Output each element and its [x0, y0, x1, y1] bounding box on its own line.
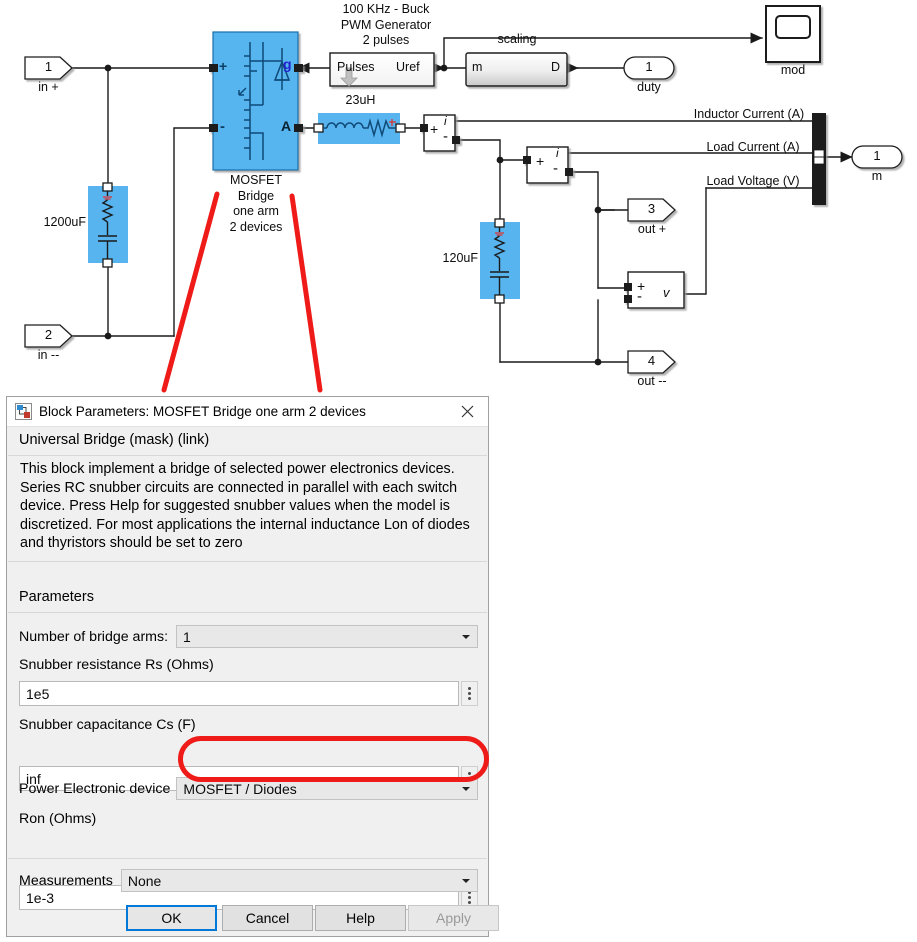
inport-in-plus-label: in +	[38, 80, 59, 94]
bridge-port-plus-label: +	[219, 58, 228, 74]
mosfet-bridge-block	[209, 31, 303, 171]
field-snubber-resistance-row: 1e5	[19, 681, 478, 706]
chevron-down-icon	[462, 635, 470, 639]
bridge-arms-select[interactable]: 1	[176, 625, 478, 648]
pwm-port-pulses-label: Pulses	[337, 60, 375, 74]
dialog-titlebar[interactable]: Block Parameters: MOSFET Bridge one arm …	[7, 397, 488, 427]
series-rl-23uh	[313, 113, 406, 144]
outport-out-plus-number: 3	[647, 201, 656, 216]
simulink-diagram-canvas: 1 in + 2 in -- 1200uF + - g A MOSFET Bri…	[0, 0, 917, 400]
current-sensor-2-plus-label: +	[536, 153, 545, 169]
inport-in-plus-number: 1	[44, 59, 53, 74]
screenshot-root: 1 in + 2 in -- 1200uF + - g A MOSFET Bri…	[0, 0, 917, 942]
mask-description-box: This block implement a bridge of selecte…	[8, 455, 487, 562]
scaling-port-d-label: D	[551, 60, 561, 74]
signal-label-load-voltage: Load Voltage (V)	[706, 174, 800, 188]
current-sensor-1-out-label: i	[444, 114, 447, 128]
inport-in-minus-label: in --	[37, 348, 60, 362]
diagram-vector-layer	[24, 5, 903, 393]
ron-label: Ron (Ohms)	[19, 811, 97, 827]
current-sensor-2-minus-label: -	[553, 160, 558, 177]
outport-out-minus-label: out --	[637, 374, 667, 388]
wire-junctions	[104, 64, 602, 366]
help-button[interactable]: Help	[315, 905, 406, 931]
simulink-block-icon	[15, 403, 32, 420]
voltage-sensor-out-label: v	[663, 285, 670, 300]
chevron-down-icon	[462, 787, 470, 791]
close-icon[interactable]	[452, 399, 482, 425]
bridge-port-g-label: g	[283, 56, 292, 72]
mosfet-bridge-label: MOSFET Bridge one arm 2 devices	[229, 173, 283, 234]
current-sensor-2-out-label: i	[556, 146, 559, 160]
inport-in-minus-number: 2	[44, 327, 53, 342]
bridge-arms-label: Number of bridge arms:	[19, 628, 169, 645]
wires	[71, 32, 853, 363]
current-measurement-block-2	[523, 146, 573, 184]
scope-mod-label: mod	[780, 63, 806, 77]
snubber-resistance-input[interactable]: 1e5	[19, 681, 459, 706]
mask-description-text: This block implement a bridge of selecte…	[20, 461, 470, 552]
parameters-divider	[8, 612, 487, 613]
snubber-resistance-label-row: Snubber resistance Rs (Ohms)	[19, 656, 214, 674]
measurements-label: Measurements	[19, 872, 113, 889]
measurements-select[interactable]: None	[120, 869, 478, 892]
power-device-select[interactable]: MOSFET / Diodes	[176, 777, 478, 800]
inport-duty-number: 1	[645, 59, 653, 74]
bridge-port-a-label: A	[281, 118, 292, 134]
apply-button: Apply	[408, 905, 499, 931]
field-power-device-row: Power Electronic device MOSFET / Diodes	[19, 777, 478, 800]
dialog-body: Universal Bridge (mask) (link) This bloc…	[7, 427, 499, 937]
outport-m-label: m	[871, 169, 883, 183]
outport-m-number: 1	[873, 148, 881, 163]
mux-block	[812, 113, 826, 205]
current-sensor-1-minus-label: -	[443, 128, 448, 145]
bridge-port-minus-label: -	[220, 118, 225, 135]
inductor-23uh-label: 23uH	[345, 93, 376, 107]
dialog-title: Block Parameters: MOSFET Bridge one arm …	[39, 404, 366, 419]
outport-out-plus-label: out +	[637, 222, 667, 236]
capacitor-120uf-label: 120uF	[442, 251, 478, 265]
ok-button[interactable]: OK	[126, 905, 217, 931]
chevron-down-icon	[462, 879, 470, 883]
mask-type-label: Universal Bridge (mask) (link)	[19, 432, 210, 448]
power-device-value: MOSFET / Diodes	[183, 780, 297, 797]
capacitor-1200uf-label: 1200uF	[43, 215, 86, 229]
current-measurement-block-1	[420, 114, 460, 152]
pwm-generator-title: 100 KHz - Buck PWM Generator 2 pulses	[340, 2, 432, 47]
cancel-button[interactable]: Cancel	[222, 905, 313, 931]
snubber-resistance-label: Snubber resistance Rs (Ohms)	[19, 657, 214, 673]
current-sensor-1-plus-label: +	[430, 121, 439, 137]
scope-block-mod	[765, 5, 821, 63]
measurements-value: None	[127, 872, 162, 889]
field-measurements-row: Measurements None	[19, 869, 478, 892]
scaling-port-m-label: m	[472, 60, 483, 74]
snubber-capacitance-label-row: Snubber capacitance Cs (F)	[19, 716, 196, 734]
block-parameters-dialog: Block Parameters: MOSFET Bridge one arm …	[6, 396, 499, 937]
voltage-measurement-block	[624, 271, 685, 309]
power-device-label: Power Electronic device	[19, 780, 171, 797]
snubber-resistance-options-button[interactable]	[461, 681, 478, 706]
ron-label-row: Ron (Ohms)	[19, 810, 96, 828]
scaling-block-label: scaling	[497, 32, 537, 46]
signal-label-inductor-current: Inductor Current (A)	[693, 107, 805, 121]
pwm-port-uref-label: Uref	[396, 60, 420, 74]
inport-duty-label: duty	[637, 80, 661, 94]
outport-out-minus-number: 4	[647, 353, 656, 368]
bridge-arms-value: 1	[183, 628, 191, 645]
series-rc-1200uf	[88, 182, 128, 268]
parameters-section-header: Parameters	[19, 589, 94, 605]
field-bridge-arms-row: Number of bridge arms: 1	[19, 625, 478, 648]
series-rc-120uf	[480, 218, 520, 304]
snubber-capacitance-label: Snubber capacitance Cs (F)	[19, 717, 196, 733]
button-bar-divider	[8, 858, 487, 859]
voltage-sensor-minus-label: -	[637, 288, 642, 305]
signal-label-load-current: Load Current (A)	[706, 140, 800, 154]
